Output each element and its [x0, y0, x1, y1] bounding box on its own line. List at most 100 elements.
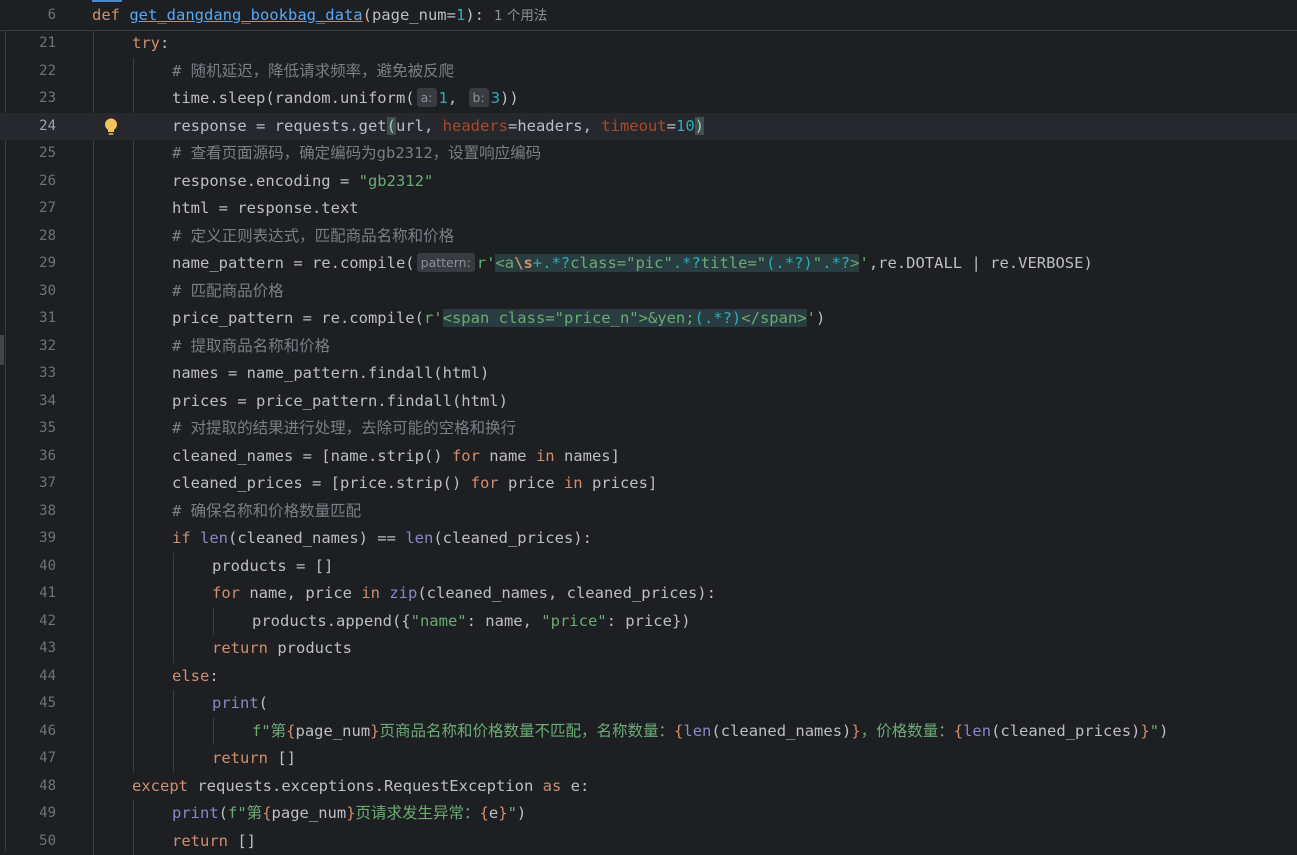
code-text[interactable]: # 对提取的结果进行处理，去除可能的空格和换行 [172, 415, 516, 443]
code-text[interactable]: html = response.text [172, 195, 359, 223]
code-line[interactable]: 22# 随机延迟，降低请求频率，避免被反爬 [0, 58, 1297, 86]
code-line[interactable]: 48 except requests.exceptions.RequestExce… [0, 773, 1297, 801]
code-line[interactable]: 30 # 匹配商品价格 [0, 278, 1297, 306]
code-token: title=" [701, 254, 766, 272]
line-number[interactable]: 29 [0, 250, 56, 278]
code-editor[interactable]: 6 def get_dangdang_bookbag_data(page_num… [0, 0, 1297, 851]
line-number[interactable]: 43 [0, 635, 56, 663]
line-number[interactable]: 26 [0, 168, 56, 196]
code-text[interactable]: response = requests.get(url, headers=hea… [172, 113, 704, 141]
code-text[interactable]: prices = price_pattern.findall(html) [172, 388, 508, 416]
line-number[interactable]: 39 [0, 525, 56, 553]
code-token: ( [387, 117, 396, 135]
code-line[interactable]: 28 # 定义正则表达式，匹配商品名称和价格 [0, 223, 1297, 251]
code-text[interactable]: except requests.exceptions.RequestExcept… [132, 773, 589, 801]
line-number[interactable]: 34 [0, 388, 56, 416]
line-number[interactable]: 47 [0, 745, 56, 773]
code-text[interactable]: products.append({"name": name, "price": … [252, 608, 691, 636]
code-text[interactable]: # 定义正则表达式，匹配商品名称和价格 [172, 223, 454, 251]
line-number[interactable]: 33 [0, 360, 56, 388]
code-text[interactable]: return products [212, 635, 352, 663]
code-line[interactable]: 38 # 确保名称和价格数量匹配 [0, 498, 1297, 526]
code-line[interactable]: 31 price_pattern = re.compile(r'<span cla… [0, 305, 1297, 333]
function-name[interactable]: get_dangdang_bookbag_data [129, 6, 362, 24]
code-text[interactable]: try: [132, 30, 169, 58]
sticky-header-line[interactable]: 6 def get_dangdang_bookbag_data(page_num… [0, 0, 1297, 31]
line-number[interactable]: 37 [0, 470, 56, 498]
line-number[interactable]: 45 [0, 690, 56, 718]
code-text[interactable]: time.sleep(random.uniform(a:1, b:3)) [172, 85, 519, 113]
code-line[interactable]: 39 if len(cleaned_names) == len(cleaned_p… [0, 525, 1297, 553]
code-token: } [1140, 722, 1149, 740]
code-line[interactable]: 34 prices = price_pattern.findall(html) [0, 388, 1297, 416]
code-text[interactable]: for name, price in zip(cleaned_names, cl… [212, 580, 716, 608]
line-number[interactable]: 40 [0, 553, 56, 581]
line-number[interactable]: 44 [0, 663, 56, 691]
code-line[interactable]: 45 print( [0, 690, 1297, 718]
code-text[interactable]: cleaned_names = [name.strip() for name i… [172, 443, 620, 471]
code-token: ' [807, 309, 816, 327]
code-text[interactable]: return [] [212, 745, 296, 773]
code-text[interactable]: if len(cleaned_names) == len(cleaned_pri… [172, 525, 592, 553]
line-number[interactable]: 25 [0, 140, 56, 168]
code-text[interactable]: cleaned_prices = [price.strip() for pric… [172, 470, 657, 498]
code-token: [] [228, 832, 256, 850]
code-text[interactable]: # 匹配商品价格 [172, 278, 284, 306]
code-line[interactable]: 42 products.append({"name": name, "price"… [0, 608, 1297, 636]
code-line[interactable]: 35 # 对提取的结果进行处理，去除可能的空格和换行 [0, 415, 1297, 443]
line-number[interactable]: 46 [0, 718, 56, 746]
function-signature[interactable]: def get_dangdang_bookbag_data(page_num=1… [92, 0, 547, 31]
line-number[interactable]: 36 [0, 443, 56, 471]
code-text[interactable]: # 确保名称和价格数量匹配 [172, 498, 361, 526]
code-line[interactable]: 25 # 查看页面源码，确定编码为gb2312，设置响应编码 [0, 140, 1297, 168]
code-text[interactable]: name_pattern = re.compile(pattern:r'<a\s… [172, 250, 1093, 278]
code-text[interactable]: print( [212, 690, 268, 718]
code-text[interactable]: # 提取商品名称和价格 [172, 333, 330, 361]
code-line[interactable]: 47 return [] [0, 745, 1297, 773]
code-token: products [268, 639, 352, 657]
line-number[interactable]: 48 [0, 773, 56, 801]
line-number[interactable]: 42 [0, 608, 56, 636]
code-text[interactable]: price_pattern = re.compile(r'<span class… [172, 305, 825, 333]
code-text[interactable]: products = [] [212, 553, 333, 581]
code-text[interactable]: print(f"第{page_num}页请求发生异常：{e}") [172, 800, 526, 828]
code-line[interactable]: 26 response.encoding = "gb2312" [0, 168, 1297, 196]
code-line[interactable]: 44 else: [0, 663, 1297, 691]
code-line[interactable]: 46 f"第{page_num}页商品名称和价格数量不匹配，名称数量：{len(c… [0, 718, 1297, 746]
line-number[interactable]: 41 [0, 580, 56, 608]
code-text[interactable]: # 随机延迟，降低请求频率，避免被反爬 [172, 58, 454, 86]
line-number[interactable]: 30 [0, 278, 56, 306]
code-text[interactable]: # 查看页面源码，确定编码为gb2312，设置响应编码 [172, 140, 541, 168]
code-line[interactable]: 36 cleaned_names = [name.strip() for name… [0, 443, 1297, 471]
lightbulb-icon[interactable] [102, 117, 120, 137]
code-line[interactable]: 29 name_pattern = re.compile(pattern:r'<a… [0, 250, 1297, 278]
code-token: .*? [822, 254, 850, 272]
code-line[interactable]: 37 cleaned_prices = [price.strip() for pr… [0, 470, 1297, 498]
line-number[interactable]: 31 [0, 305, 56, 333]
code-line[interactable]: 24response = requests.get(url, headers=h… [0, 113, 1297, 141]
code-line[interactable]: 33 names = name_pattern.findall(html) [0, 360, 1297, 388]
code-line[interactable]: 43 return products [0, 635, 1297, 663]
line-number[interactable]: 27 [0, 195, 56, 223]
code-line[interactable]: 21try: [0, 30, 1297, 58]
code-line[interactable]: 32 # 提取商品名称和价格 [0, 333, 1297, 361]
line-number[interactable]: 49 [0, 800, 56, 828]
code-text[interactable]: names = name_pattern.findall(html) [172, 360, 489, 388]
code-line[interactable]: 40 products = [] [0, 553, 1297, 581]
code-text[interactable]: f"第{page_num}页商品名称和价格数量不匹配，名称数量：{len(cle… [252, 718, 1168, 746]
gutter-scroll-marker [0, 335, 4, 365]
line-number[interactable]: 28 [0, 223, 56, 251]
code-token: r' [424, 309, 443, 327]
code-token: try [132, 34, 160, 52]
code-line[interactable]: 23time.sleep(random.uniform(a:1, b:3)) [0, 85, 1297, 113]
code-token: : name, [467, 612, 542, 630]
code-text[interactable]: response.encoding = "gb2312" [172, 168, 433, 196]
line-number[interactable]: 38 [0, 498, 56, 526]
code-line[interactable]: 49 print(f"第{page_num}页请求发生异常：{e}") [0, 800, 1297, 828]
code-line[interactable]: 27 html = response.text [0, 195, 1297, 223]
line-number[interactable]: 32 [0, 333, 56, 361]
code-text[interactable]: else: [172, 663, 219, 691]
line-number[interactable]: 35 [0, 415, 56, 443]
usages-hint[interactable]: 1 个用法 [494, 8, 547, 24]
code-line[interactable]: 41 for name, price in zip(cleaned_names, … [0, 580, 1297, 608]
